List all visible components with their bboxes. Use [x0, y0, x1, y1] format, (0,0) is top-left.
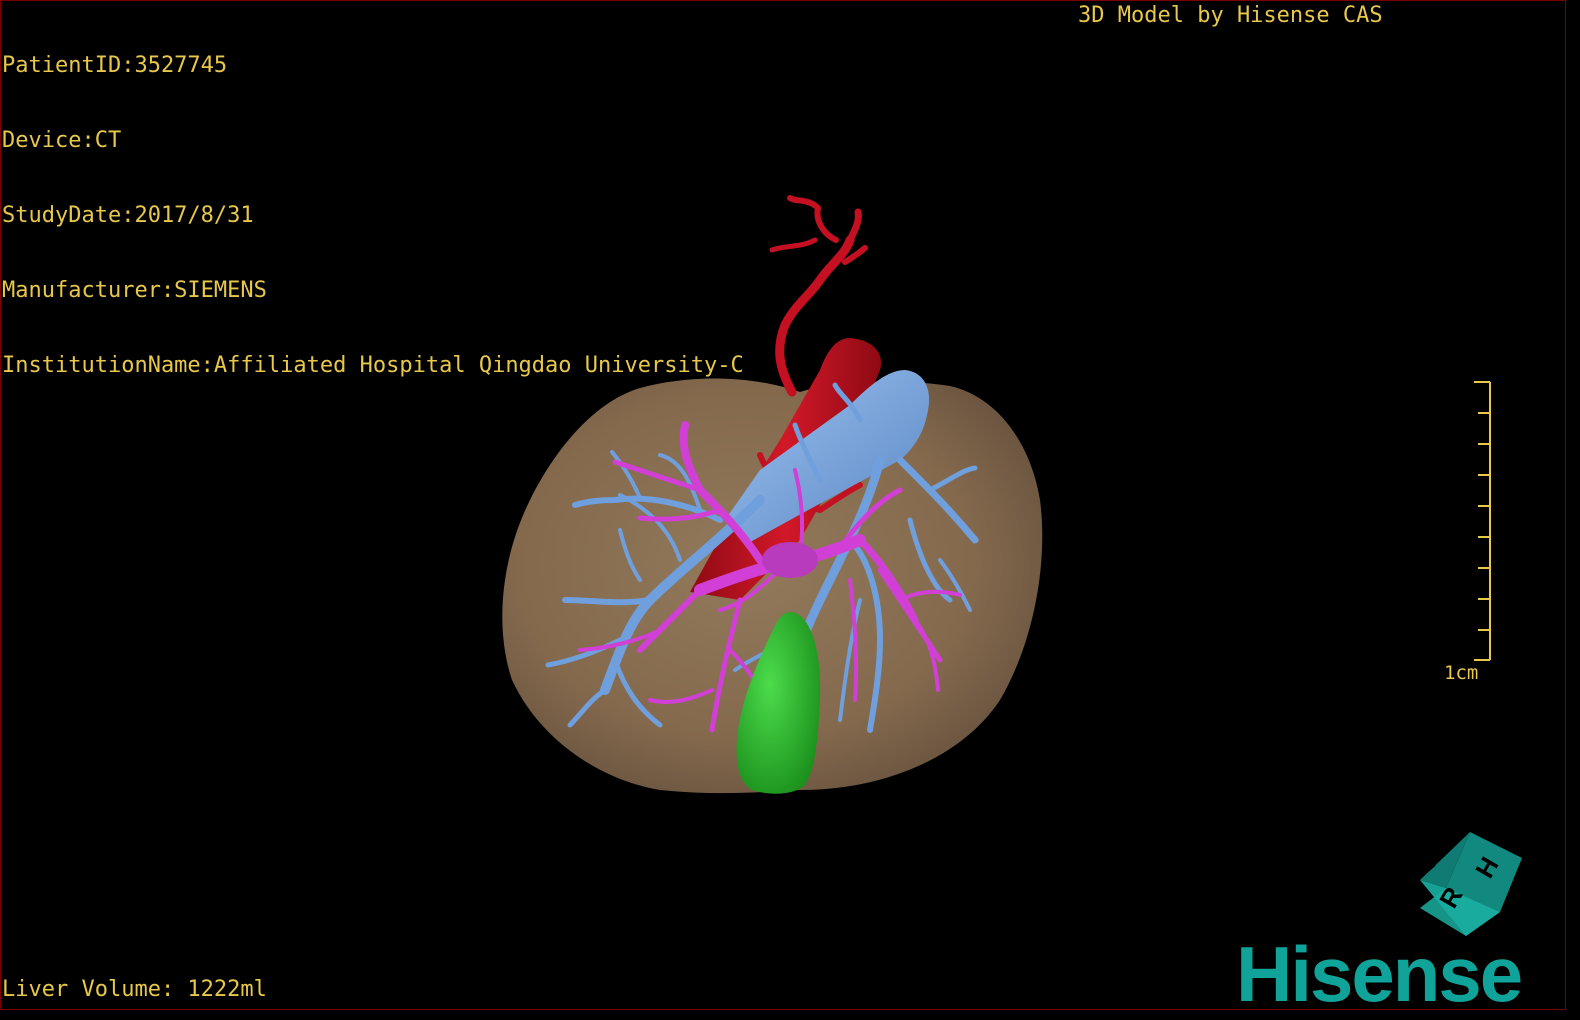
hisense-logo: Hisense: [1236, 930, 1523, 1018]
orientation-cube[interactable]: H R A: [1417, 832, 1522, 936]
scale-bar: [1474, 381, 1491, 661]
study-date: StudyDate:2017/8/31: [2, 203, 254, 228]
patient-id: PatientID:3527745: [2, 53, 228, 78]
institution-name: InstitutionName:Affiliated Hospital Qing…: [2, 353, 744, 378]
manufacturer: Manufacturer:SIEMENS: [2, 278, 267, 303]
device: Device:CT: [2, 128, 122, 153]
portal-vein-confluence: [762, 542, 818, 578]
patient-info-overlay: PatientID:3527745 Device:CT StudyDate:20…: [2, 3, 744, 403]
model-credit: 3D Model by Hisense CAS: [1078, 3, 1383, 28]
liver-volume: Liver Volume: 1222ml: [2, 977, 267, 1002]
scale-bar-label: 1cm: [1444, 662, 1479, 684]
